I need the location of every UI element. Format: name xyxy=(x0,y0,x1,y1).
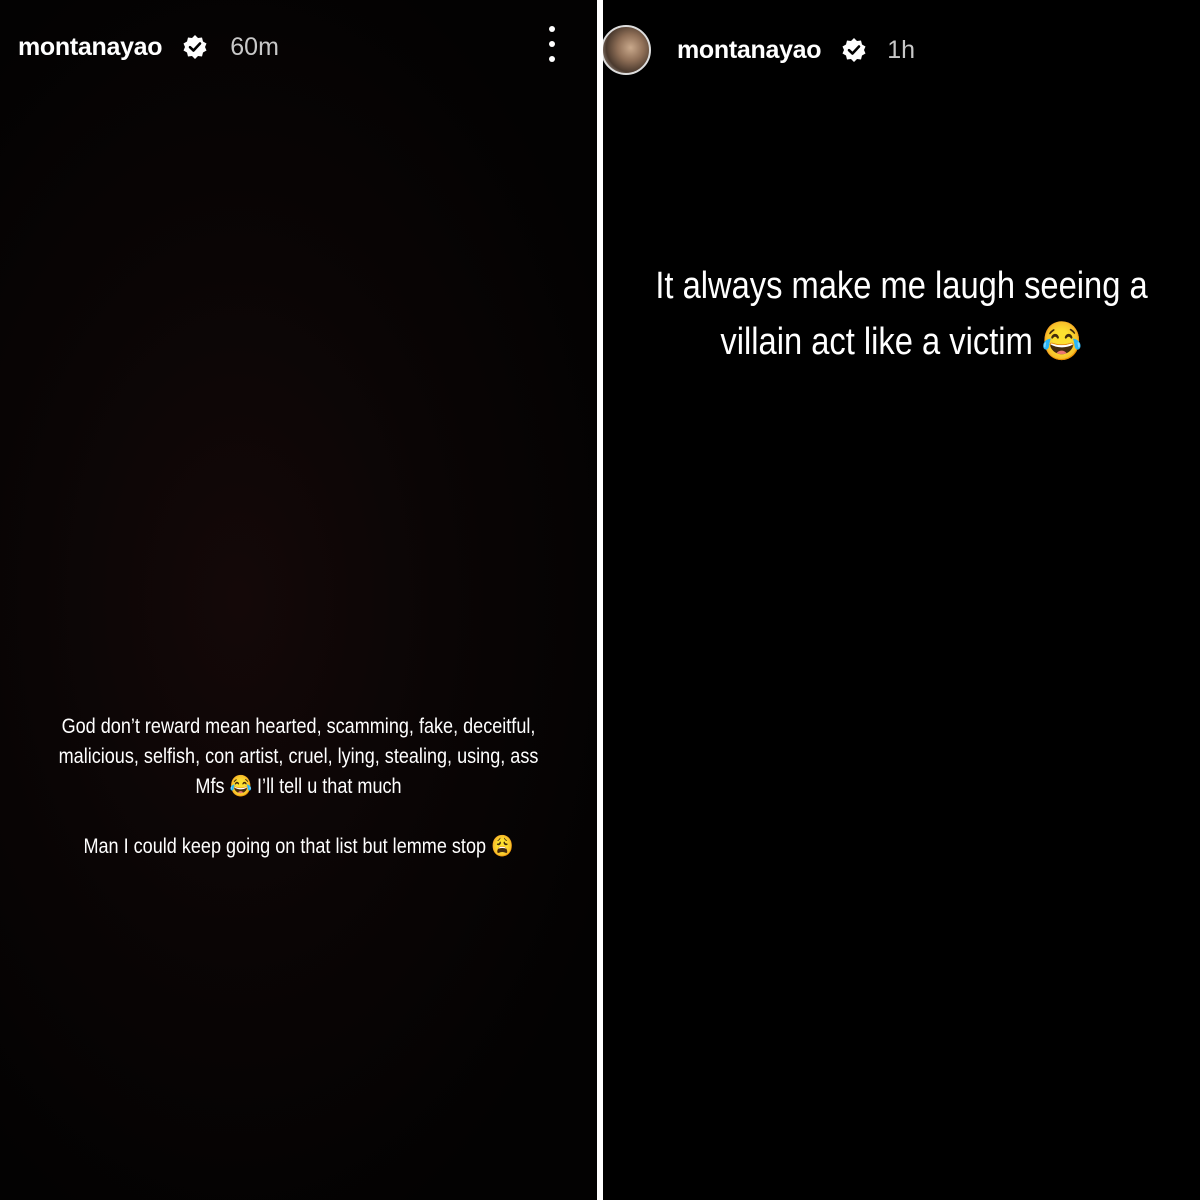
story-panel-left[interactable]: montanayao 60m God don’t reward mean hea… xyxy=(0,0,597,1200)
username[interactable]: montanayao xyxy=(677,36,822,65)
story-text: God don’t reward mean hearted, scamming,… xyxy=(42,712,555,862)
story-text: It always make me laugh seeing a villain… xyxy=(655,265,1148,363)
story-panel-right[interactable]: montanayao 1h It always make me laugh se… xyxy=(603,0,1200,1200)
story-timestamp: 60m xyxy=(230,32,279,61)
verified-badge-icon xyxy=(182,34,208,60)
verified-badge-icon xyxy=(841,37,867,63)
story-header: montanayao 60m xyxy=(0,0,597,94)
story-header: montanayao 1h xyxy=(603,0,1200,100)
story-text-paragraph-1: God don’t reward mean hearted, scamming,… xyxy=(58,715,539,798)
story-text-paragraph-2: Man I could keep going on that list but … xyxy=(83,835,514,858)
more-options-icon[interactable] xyxy=(545,26,559,62)
username[interactable]: montanayao xyxy=(18,33,163,62)
story-collage: montanayao 60m God don’t reward mean hea… xyxy=(0,0,1200,1200)
profile-avatar[interactable] xyxy=(603,25,651,75)
story-timestamp: 1h xyxy=(887,35,916,64)
